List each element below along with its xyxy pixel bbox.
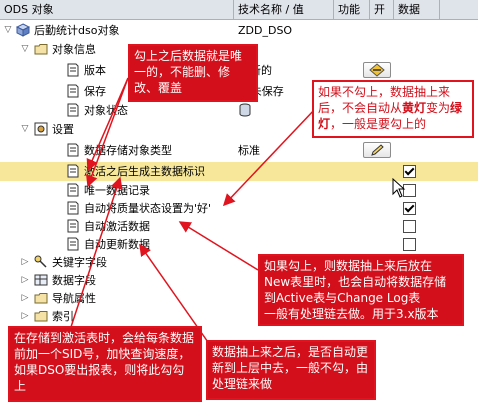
note-auto-activate: 如果勾上，则数据抽上来后放在New表里时，也会自动将数据存储到Active表与C… — [258, 254, 464, 326]
note-unique: 勾上之后数据就是唯一的，不能删、修改、覆盖 — [128, 44, 258, 102]
note-auto-update: 数据抽上来之后，是否自动更新到上层中去，一般不勾，由处理链来做 — [206, 340, 376, 400]
note-sid: 在存储到激活表时，会给每条数据前加一个SID号，加快查询速度，如果DSO要出报表… — [8, 326, 202, 402]
note-status-light: 如果不勾上，数据抽上来后，不会自动从黄灯变为绿灯，一般是要勾上的 — [312, 80, 474, 138]
note-auto-activate-sub: 一般有处理链去做。用于3.x版本 — [264, 307, 439, 321]
